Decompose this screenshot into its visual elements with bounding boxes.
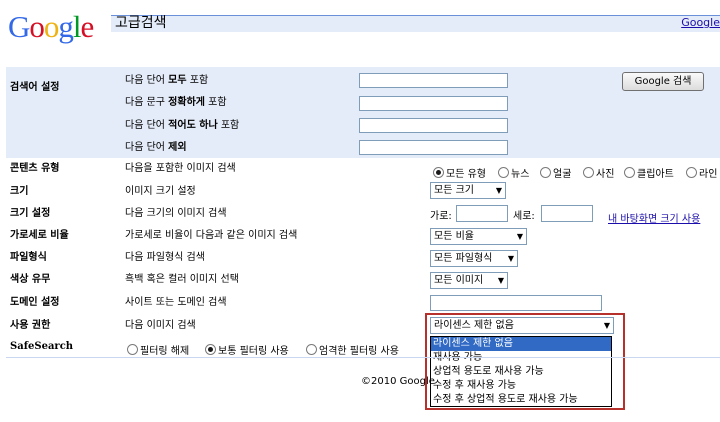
exact-size-desc: 다음 크기의 이미지 검색 bbox=[125, 208, 227, 219]
usage-option[interactable]: 재사용 가능 bbox=[431, 351, 611, 365]
logo-letter: o bbox=[29, 9, 44, 44]
page-title: 고급검색 bbox=[115, 15, 167, 31]
content-type-line-radio[interactable]: 라인 bbox=[686, 165, 717, 180]
radio-icon bbox=[624, 167, 635, 178]
height-input[interactable] bbox=[541, 205, 593, 222]
all-words-input[interactable] bbox=[359, 73, 508, 88]
exact-phrase-input[interactable] bbox=[359, 96, 508, 111]
color-desc: 흑백 혹은 컬러 이미지 선택 bbox=[125, 274, 239, 285]
height-label: 세로: bbox=[513, 211, 535, 222]
radio-icon bbox=[498, 167, 509, 178]
aspect-ratio-select[interactable]: 모든 비율 ▼ bbox=[430, 228, 527, 245]
find-section-label: 검색어 설정 bbox=[10, 82, 60, 93]
google-logo[interactable]: Google bbox=[8, 9, 95, 45]
help-link[interactable]: Google bbox=[681, 16, 720, 29]
safesearch-strict-radio[interactable]: 엄격한 필터링 사용 bbox=[306, 342, 399, 357]
usage-rights-dropdown-list[interactable]: 라이센스 제한 없음 재사용 가능 상업적 용도로 재사용 가능 수정 후 재사… bbox=[430, 336, 612, 407]
logo-letter: o bbox=[43, 9, 59, 44]
filetype-desc: 다음 파일형식 검색 bbox=[125, 252, 205, 263]
logo-letter: G bbox=[8, 9, 30, 44]
content-type-desc: 다음을 포함한 이미지 검색 bbox=[125, 163, 236, 174]
domain-desc: 사이트 또는 도메인 검색 bbox=[125, 297, 227, 308]
content-type-news-radio[interactable]: 뉴스 bbox=[498, 165, 529, 180]
domain-label: 도메인 설정 bbox=[10, 297, 60, 308]
safesearch-label: SafeSearch bbox=[10, 341, 74, 352]
radio-icon bbox=[540, 167, 551, 178]
dropdown-arrow-icon: ▼ bbox=[516, 232, 523, 241]
dropdown-arrow-icon: ▼ bbox=[507, 254, 514, 263]
width-input[interactable] bbox=[456, 205, 508, 222]
size-label: 크기 bbox=[10, 186, 29, 197]
filetype-label: 파일형식 bbox=[10, 252, 47, 263]
usage-option[interactable]: 상업적 용도로 재사용 가능 bbox=[431, 365, 611, 379]
usage-option[interactable]: 라이센스 제한 없음 bbox=[431, 337, 611, 351]
content-type-label: 콘텐츠 유형 bbox=[10, 163, 60, 174]
radio-icon bbox=[583, 167, 594, 178]
exclude-words-label: 다음 단어 제외 bbox=[125, 142, 187, 153]
divider bbox=[6, 357, 720, 358]
safesearch-off-radio[interactable]: 필터링 해제 bbox=[127, 342, 189, 357]
aspect-ratio-desc: 가로세로 비율이 다음과 같은 이미지 검색 bbox=[125, 230, 298, 241]
size-desc: 이미지 크기 설정 bbox=[125, 186, 196, 197]
radio-icon bbox=[205, 344, 216, 355]
size-select[interactable]: 모든 크기 ▼ bbox=[430, 182, 506, 199]
color-label: 색상 유무 bbox=[10, 274, 51, 285]
width-label: 가로: bbox=[430, 211, 452, 222]
logo-letter: l bbox=[72, 9, 82, 44]
copyright: ©2010 Google bbox=[361, 376, 435, 387]
exact-phrase-label: 다음 문구 정확하게 포함 bbox=[125, 97, 227, 108]
dropdown-arrow-icon: ▼ bbox=[603, 321, 610, 330]
dropdown-arrow-icon: ▼ bbox=[497, 276, 504, 285]
usage-option[interactable]: 수정 후 상업적 용도로 재사용 가능 bbox=[431, 393, 611, 407]
filetype-select[interactable]: 모든 파일형식 ▼ bbox=[430, 250, 518, 267]
title-bar: 고급검색 Google bbox=[111, 15, 720, 32]
any-words-input[interactable] bbox=[359, 118, 508, 133]
usage-rights-select[interactable]: 라이센스 제한 없음 ▼ bbox=[430, 317, 614, 334]
radio-icon bbox=[127, 344, 138, 355]
use-desktop-size-link[interactable]: 내 바탕화면 크기 사용 bbox=[608, 210, 700, 225]
radio-icon bbox=[433, 167, 444, 178]
dropdown-arrow-icon: ▼ bbox=[495, 186, 502, 195]
logo-letter: g bbox=[58, 9, 73, 44]
radio-icon bbox=[306, 344, 317, 355]
usage-option[interactable]: 수정 후 재사용 가능 bbox=[431, 379, 611, 393]
domain-input[interactable] bbox=[430, 295, 602, 311]
content-type-photo-radio[interactable]: 사진 bbox=[583, 165, 614, 180]
all-words-label: 다음 단어 모두 포함 bbox=[125, 75, 209, 86]
content-type-face-radio[interactable]: 얼굴 bbox=[540, 165, 571, 180]
exclude-words-input[interactable] bbox=[359, 140, 508, 155]
color-select[interactable]: 모든 이미지 ▼ bbox=[430, 272, 508, 289]
logo-letter: e bbox=[80, 9, 95, 44]
content-type-any-radio[interactable]: 모든 유형 bbox=[433, 165, 486, 180]
exact-size-label: 크기 설정 bbox=[10, 208, 51, 219]
radio-icon bbox=[686, 167, 697, 178]
safesearch-moderate-radio[interactable]: 보통 필터링 사용 bbox=[205, 342, 289, 357]
google-search-button[interactable]: Google 검색 bbox=[622, 72, 704, 91]
content-type-clipart-radio[interactable]: 클립아트 bbox=[624, 165, 674, 180]
any-words-label: 다음 단어 적어도 하나 포함 bbox=[125, 120, 240, 131]
aspect-ratio-label: 가로세로 비율 bbox=[10, 230, 69, 241]
usage-rights-label: 사용 권한 bbox=[10, 320, 51, 331]
usage-rights-desc: 다음 이미지 검색 bbox=[125, 320, 196, 331]
